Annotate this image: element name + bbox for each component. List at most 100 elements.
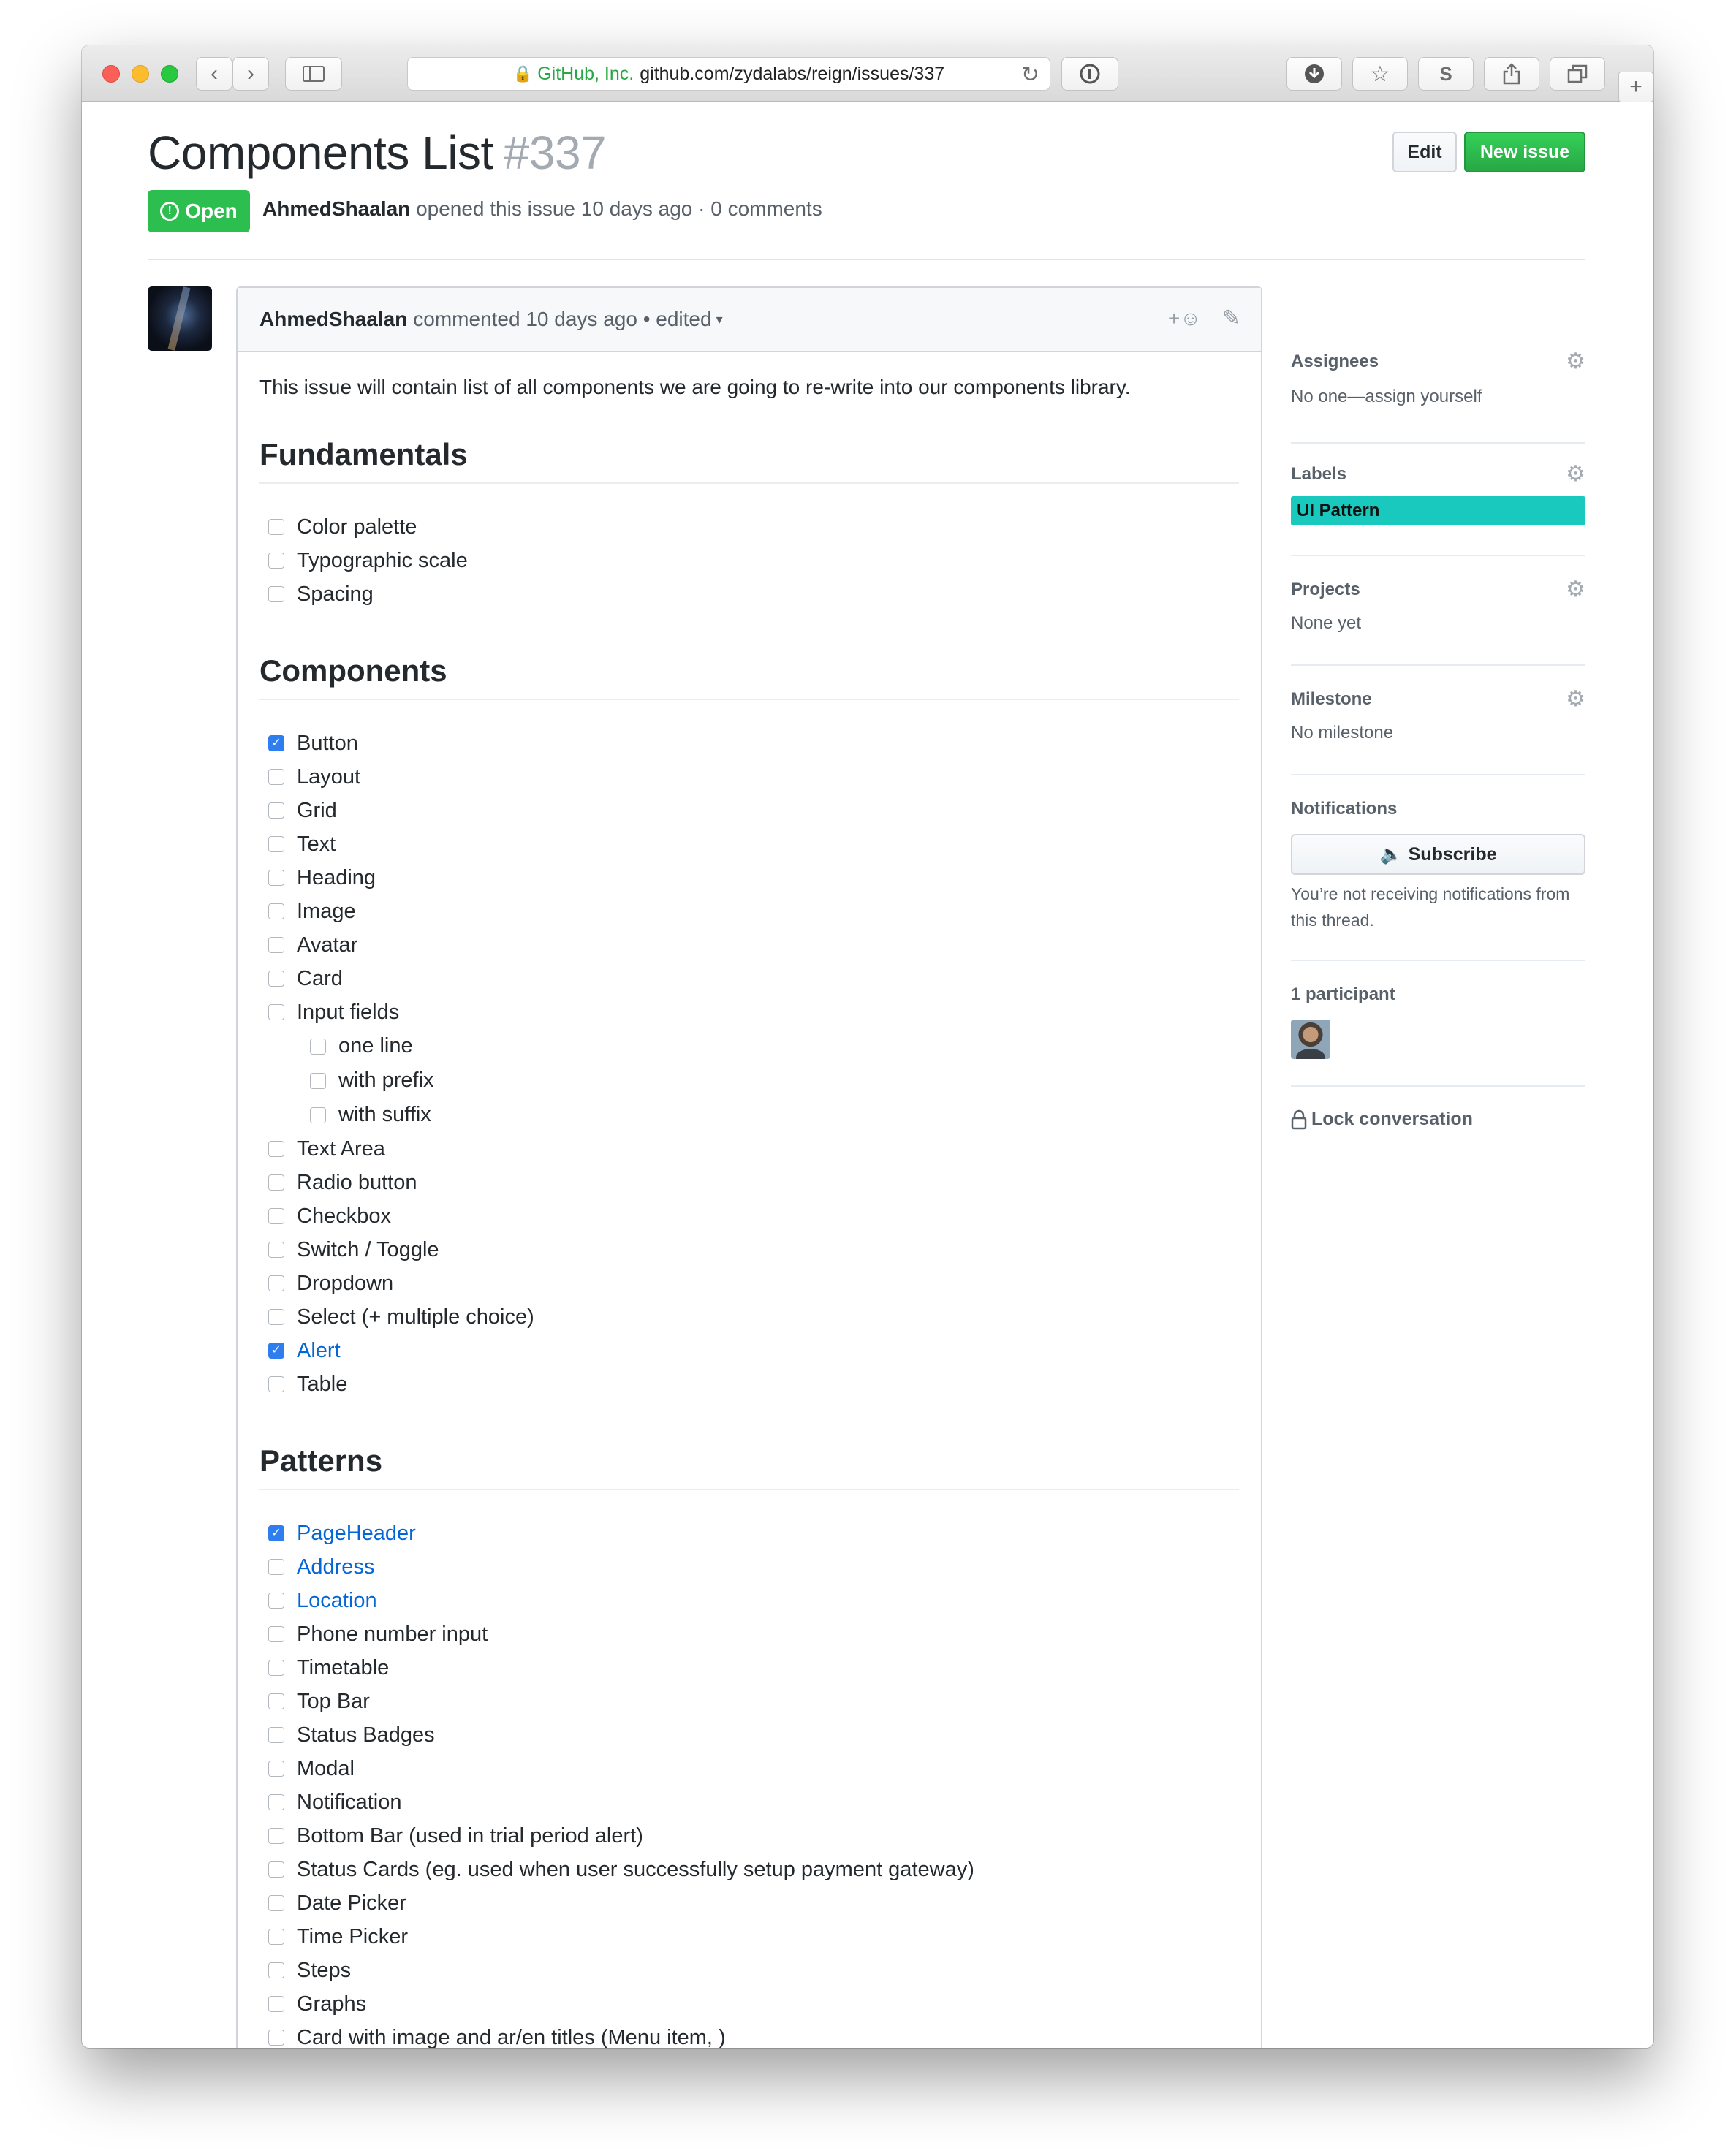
task-checkbox[interactable] [268, 937, 284, 953]
downloads-button[interactable] [1286, 57, 1342, 91]
task-checkbox[interactable] [268, 870, 284, 886]
task-label: Checkbox [297, 1204, 391, 1228]
task-checkbox[interactable] [268, 1559, 284, 1575]
task-checkbox[interactable] [268, 1761, 284, 1777]
lock-icon [1291, 1109, 1307, 1129]
issue-author-link[interactable]: AhmedShaalan [262, 197, 410, 220]
participant-avatar[interactable] [1291, 1020, 1330, 1059]
assignees-value[interactable]: No one—assign yourself [1291, 384, 1585, 410]
task-checkbox[interactable] [268, 1660, 284, 1676]
task-label: Radio button [297, 1170, 417, 1194]
task-list: Color palette Typographic scale Spacing [259, 510, 1239, 611]
assignees-title: Assignees [1291, 352, 1379, 371]
task-label: Time Picker [297, 1924, 408, 1948]
reload-icon[interactable]: ↻ [1021, 62, 1039, 88]
forward-button[interactable]: › [232, 57, 269, 91]
gear-icon[interactable]: ⚙ [1566, 461, 1585, 487]
task-checkbox[interactable] [268, 1828, 284, 1844]
task-checkbox[interactable] [268, 2030, 284, 2046]
task-checkbox[interactable] [268, 1861, 284, 1878]
task-label: Table [297, 1372, 348, 1396]
task-link[interactable]: Address [297, 1555, 374, 1579]
section-heading: Fundamentals [259, 437, 1239, 484]
add-reaction-icon[interactable]: +☺ [1168, 307, 1201, 330]
task-checkbox[interactable] [268, 1962, 284, 1978]
extension-button[interactable]: S [1418, 57, 1474, 91]
task-checkbox[interactable] [268, 1242, 284, 1258]
info-circle-icon [1080, 64, 1100, 84]
zoom-window-button[interactable] [161, 65, 178, 83]
sidebar-projects: Projects ⚙ None yet [1291, 556, 1585, 666]
task-checkbox[interactable] [268, 519, 284, 535]
task-checkbox-checked[interactable]: ✓ [268, 735, 284, 751]
task-checkbox[interactable] [268, 1693, 284, 1709]
task-checkbox-checked[interactable]: ✓ [268, 1525, 284, 1541]
task-checkbox[interactable] [268, 1208, 284, 1224]
task-checkbox[interactable] [268, 903, 284, 919]
close-window-button[interactable] [102, 65, 120, 83]
edit-button[interactable]: Edit [1392, 132, 1457, 172]
pencil-icon[interactable]: ✎ [1222, 305, 1240, 331]
label-ui-pattern[interactable]: UI Pattern [1291, 496, 1585, 525]
task-checkbox[interactable] [268, 802, 284, 819]
task-checkbox[interactable] [268, 971, 284, 987]
task-link[interactable]: Location [297, 1589, 377, 1613]
lock-conversation-link[interactable]: Lock conversation [1291, 1109, 1585, 1130]
sidebar-toggle-button[interactable] [285, 57, 342, 91]
task-checkbox[interactable] [268, 1174, 284, 1191]
back-button[interactable]: ‹ [196, 57, 232, 91]
address-bar[interactable]: 🔒 GitHub, Inc. github.com/zydalabs/reign… [407, 57, 1050, 91]
bookmark-button[interactable]: ☆ [1352, 57, 1408, 91]
task-item: Time Picker [259, 1920, 1239, 1954]
sidebar-icon [303, 66, 325, 82]
task-item: Bottom Bar (used in trial period alert) [259, 1819, 1239, 1853]
password-button[interactable] [1061, 57, 1118, 91]
share-button[interactable] [1484, 57, 1539, 91]
caret-down-icon[interactable]: ▾ [716, 312, 723, 327]
task-checkbox[interactable] [268, 1141, 284, 1157]
gear-icon[interactable]: ⚙ [1566, 686, 1585, 712]
task-checkbox[interactable] [268, 1626, 284, 1642]
task-checkbox[interactable] [268, 586, 284, 602]
task-checkbox[interactable] [268, 1794, 284, 1810]
task-checkbox[interactable] [268, 1727, 284, 1743]
comment-meta[interactable]: commented 10 days ago • edited [413, 308, 711, 331]
gear-icon[interactable]: ⚙ [1566, 577, 1585, 602]
subscribe-button[interactable]: 🔈 Subscribe [1291, 834, 1585, 875]
task-checkbox[interactable] [268, 1593, 284, 1609]
task-checkbox[interactable] [268, 1275, 284, 1291]
task-link[interactable]: PageHeader [297, 1522, 416, 1546]
comment-author-link[interactable]: AhmedShaalan [259, 308, 407, 331]
author-avatar[interactable] [148, 286, 212, 351]
gear-icon[interactable]: ⚙ [1566, 349, 1585, 374]
participants-title: 1 participant [1291, 984, 1395, 1004]
task-checkbox[interactable] [268, 836, 284, 852]
milestone-value: No milestone [1291, 723, 1394, 743]
task-label: Modal [297, 1756, 355, 1780]
task-checkbox[interactable] [268, 1004, 284, 1020]
task-checkbox-checked[interactable]: ✓ [268, 1343, 284, 1359]
task-label: Text [297, 832, 336, 856]
task-checkbox[interactable] [268, 1895, 284, 1911]
task-item: one line [259, 1029, 1239, 1063]
task-checkbox[interactable] [310, 1107, 326, 1123]
comment-header: AhmedShaalan commented 10 days ago • edi… [238, 288, 1261, 352]
new-tab-button[interactable]: + [1618, 72, 1653, 102]
new-issue-button[interactable]: New issue [1464, 132, 1585, 172]
task-checkbox[interactable] [268, 553, 284, 569]
issue-meta: AhmedShaalan opened this issue 10 days a… [262, 197, 822, 221]
task-checkbox[interactable] [268, 1309, 284, 1325]
task-label: Text Area [297, 1136, 385, 1161]
task-link[interactable]: Alert [297, 1339, 341, 1363]
task-checkbox[interactable] [268, 769, 284, 785]
task-checkbox[interactable] [310, 1072, 326, 1089]
task-checkbox[interactable] [310, 1038, 326, 1055]
task-checkbox[interactable] [268, 1376, 284, 1392]
chevron-left-icon: ‹ [211, 61, 218, 86]
task-checkbox[interactable] [268, 1929, 284, 1945]
tabs-overview-button[interactable] [1550, 57, 1605, 91]
minimize-window-button[interactable] [132, 65, 149, 83]
task-checkbox[interactable] [268, 1996, 284, 2012]
task-label: Avatar [297, 933, 358, 957]
browser-window: ‹ › 🔒 GitHub, Inc. github.com/zydalabs/r… [82, 45, 1653, 2048]
